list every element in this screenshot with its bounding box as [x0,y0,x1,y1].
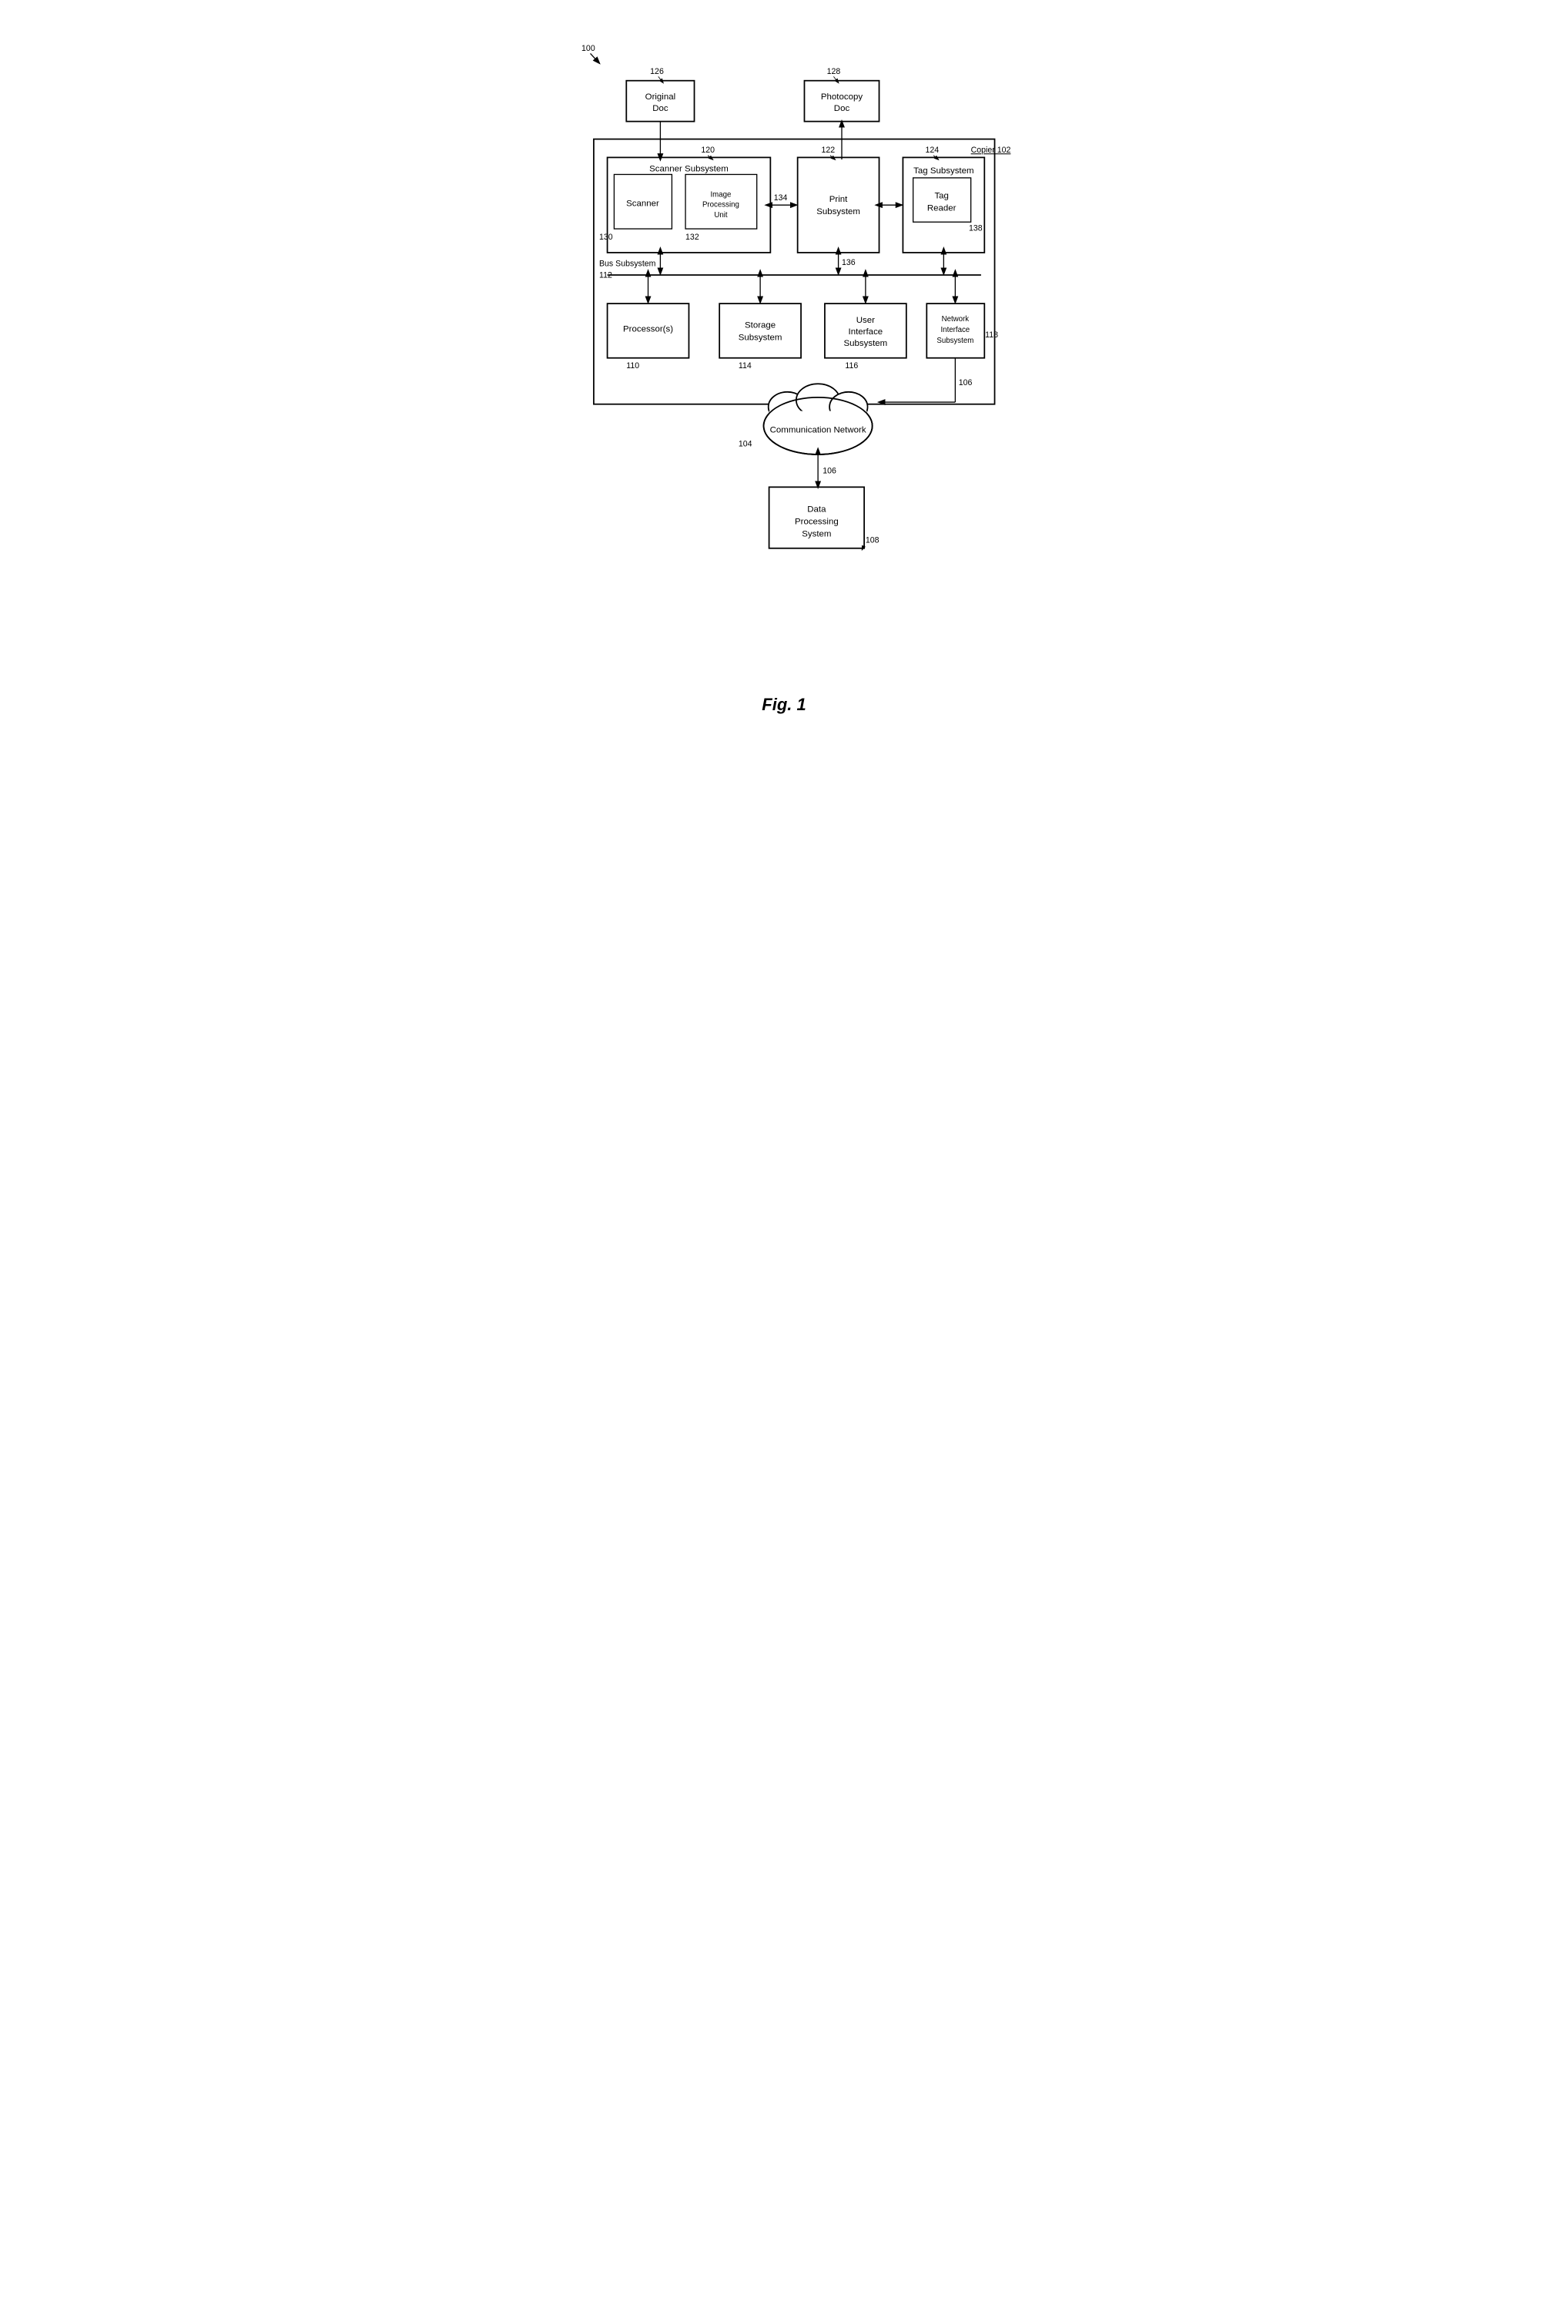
ipu-label2: Processing [702,201,739,210]
ipu-label1: Image [710,191,731,200]
tag-reader-label1: Tag [934,192,949,201]
comm-network-label: Communication Network [770,425,866,434]
ui-label1: User [856,316,875,325]
ref-124: 124 [926,146,940,155]
tag-subsystem-label1: Tag Subsystem [913,166,973,176]
ref-106-top: 106 [959,378,973,387]
ref-130: 130 [599,233,613,242]
storage-label2: Subsystem [739,333,782,342]
fig-ref-100: 100 [581,44,595,53]
scanner-label: Scanner [626,199,659,208]
print-subsystem-box [798,157,879,253]
ref-120: 120 [701,146,715,155]
print-subsystem-label1: Print [829,195,848,204]
ref-106-bot: 106 [823,467,836,476]
page: 100 126 Original Doc 128 Photocopy Doc [522,15,1046,761]
figure-label: Fig. 1 [553,695,1015,715]
photocopy-doc-label2: Doc [834,104,850,113]
ref-118: 118 [985,330,998,340]
print-subsystem-label2: Subsystem [816,207,860,216]
storage-label1: Storage [745,320,776,330]
ni-label3: Subsystem [936,337,973,345]
ref-138: 138 [969,224,983,233]
dp-label2: Processing [795,517,839,526]
ni-label1: Network [942,315,970,324]
ui-label2: Interface [849,327,883,337]
communication-network-cloud [764,384,873,454]
copier-box [594,139,995,404]
ref-128: 128 [827,67,841,76]
ni-label2: Interface [940,326,970,334]
dp-label3: System [802,529,831,538]
ref-134: 134 [774,193,788,203]
bus-subsystem-label: Bus Subsystem [599,260,656,269]
original-doc-label2: Doc [652,104,668,113]
storage-subsystem-box [719,303,801,358]
ref-104: 104 [739,439,752,448]
ipu-label3: Unit [714,211,728,220]
ref-122: 122 [822,146,836,155]
processors-label1: Processor(s) [623,325,673,334]
dp-label1: Data [807,505,826,514]
ref-116: 116 [845,361,858,371]
ref-136: 136 [842,258,856,267]
ui-label3: Subsystem [844,339,888,348]
ref-114: 114 [739,361,752,371]
scanner-subsystem-label: Scanner Subsystem [649,164,729,173]
ref-110: 110 [626,361,639,371]
ref-132: 132 [685,233,699,242]
diagram: 100 126 Original Doc 128 Photocopy Doc [553,39,1015,664]
ref-126: 126 [650,67,664,76]
photocopy-doc-label: Photocopy [821,92,863,102]
ref-108: 108 [866,536,879,545]
copier-label: Copier 102 [971,146,1011,155]
tag-reader-label2: Reader [927,204,957,213]
original-doc-label: Original [645,92,676,102]
